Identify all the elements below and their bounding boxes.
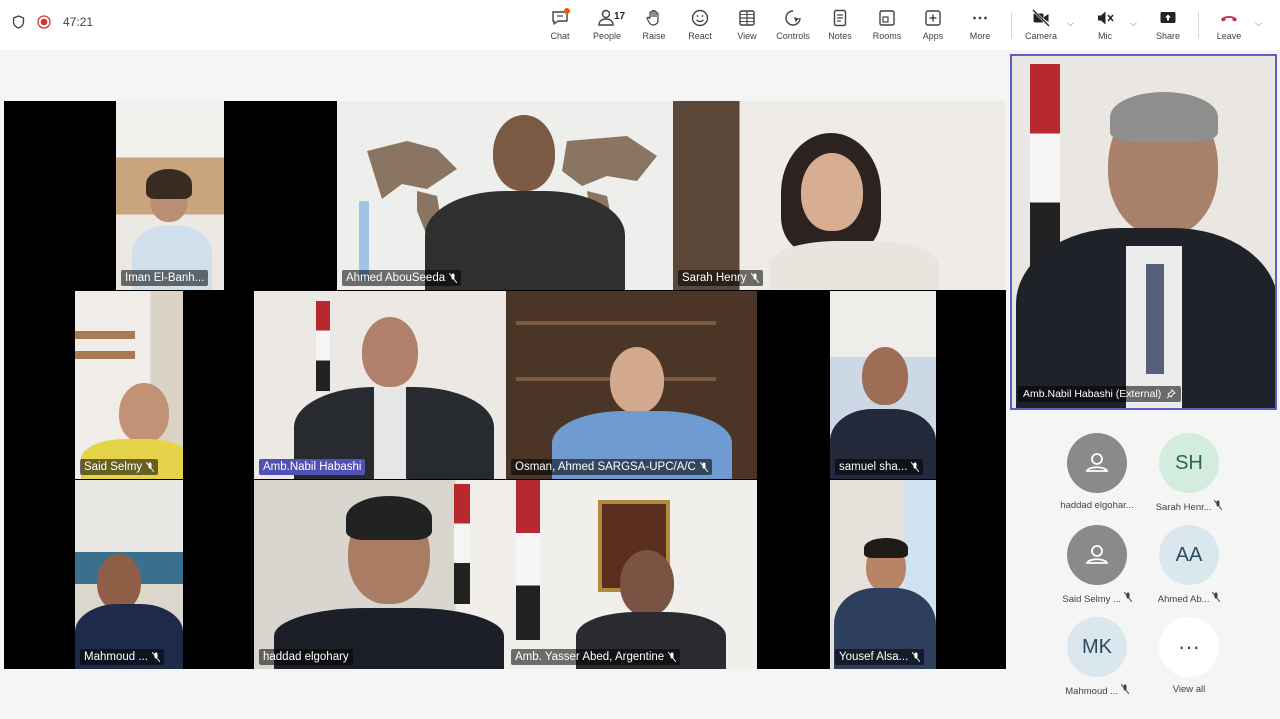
video-tile[interactable]: haddad elgohary [254,480,506,669]
camera-button[interactable]: Camera [1018,8,1064,46]
mic-muted-icon [1123,592,1132,602]
leave-options-chevron-icon[interactable]: ⌵ [1255,18,1262,29]
hang-up-icon [1221,16,1237,22]
video-tile[interactable]: Mahmoud ... [75,480,183,669]
flag-decor [516,480,540,640]
recording-icon [37,15,51,29]
add-app-icon [925,10,941,26]
grid-view-icon [739,10,755,26]
meeting-toolbar: 47:21 Chat 17 People Raise React View Co… [0,0,1280,50]
person-icon [1085,453,1109,472]
hand-icon [646,9,659,26]
roster-participant[interactable]: AA Ahmed Ab... [1139,525,1239,605]
meeting-timer: 47:21 [63,15,94,29]
video-tile[interactable]: samuel sha... [830,291,936,479]
share-screen-icon [1160,12,1176,23]
flag-decor [359,201,369,281]
video-gallery: Iman El-Banh... Ahmed AbouSeeda Sarah He… [4,101,1006,669]
participant-name: Amb.Nabil Habashi (External) [1018,386,1182,402]
people-count: 17 [614,11,626,22]
camera-options-chevron-icon[interactable]: ⌵ [1067,18,1074,29]
apps-button[interactable]: Apps [910,8,956,46]
mic-muted-icon [146,462,155,472]
camera-off-icon [1032,9,1050,27]
roster-participant[interactable]: haddad elgohar... [1047,433,1147,511]
share-button[interactable]: Share [1145,8,1191,46]
notes-button[interactable]: Notes [817,8,863,46]
controls-icon [785,10,801,26]
react-button[interactable]: React [677,8,723,46]
avatar-initials: SH [1159,433,1219,493]
video-tile[interactable]: Amb. Yasser Abed, Argentine [506,480,757,669]
pin-icon[interactable] [1166,389,1177,399]
participant-name: samuel sha... [835,459,924,475]
video-tile[interactable]: Iman El-Banh... [116,101,224,290]
mic-muted-icon [1214,500,1223,510]
video-tile[interactable]: Said Selmy [75,291,183,479]
toolbar-divider [1198,12,1199,38]
mic-muted-icon [668,652,677,662]
video-tile[interactable]: Osman, Ahmed SARGSA-UPC/A/C [506,291,757,479]
participant-name: haddad elgohary [259,649,353,665]
meeting-status: 47:21 [12,15,93,29]
spotlight-video[interactable]: Amb.Nabil Habashi (External) [1010,54,1277,410]
speaker-muted-icon [1098,11,1114,25]
leave-button[interactable]: Leave [1206,8,1252,46]
mic-button[interactable]: Mic [1082,8,1128,46]
mic-muted-icon [911,462,920,472]
person-icon [1085,545,1109,564]
participant-name: Yousef Alsa... [835,649,925,665]
notes-icon [833,9,847,27]
mic-muted-icon [1212,592,1221,602]
video-tile[interactable]: Amb.Nabil Habashi [254,291,506,479]
participant-name: Iman El-Banh... [121,270,209,286]
default-avatar [1067,433,1127,493]
participant-name: Amb.Nabil Habashi [259,459,366,475]
participant-name: Amb. Yasser Abed, Argentine [511,649,681,665]
more-button[interactable]: More [957,8,1003,46]
smiley-icon [691,9,709,27]
rooms-button[interactable]: Rooms [864,8,910,46]
default-avatar [1067,525,1127,585]
more-icon [973,16,987,20]
toolbar-divider [1011,12,1012,38]
mic-muted-icon [151,652,160,662]
flag-decor [316,301,330,391]
people-button[interactable]: 17 People [584,8,630,46]
mic-muted-icon [449,273,458,283]
participant-name: Mahmoud ... [80,649,164,665]
flag-decor [454,484,470,604]
participant-name: Said Selmy [80,459,159,475]
view-button[interactable]: View [724,8,770,46]
mic-options-chevron-icon[interactable]: ⌵ [1130,18,1137,29]
roster-participant[interactable]: MK Mahmoud ... [1047,617,1147,697]
mic-muted-icon [1120,684,1129,694]
mic-muted-icon [699,462,708,472]
participant-name: Osman, Ahmed SARGSA-UPC/A/C [511,459,712,475]
participant-name: Sarah Henry [678,270,763,286]
shield-icon [12,15,25,29]
more-icon: ··· [1159,617,1219,677]
rooms-icon [879,10,895,26]
view-all-button[interactable]: ··· View all [1139,617,1239,695]
video-tile[interactable]: Sarah Henry [673,101,1006,290]
avatar-initials: MK [1067,617,1127,677]
controls-button[interactable]: Controls [770,8,816,46]
raise-hand-button[interactable]: Raise [631,8,677,46]
roster-participant[interactable]: SH Sarah Henr... [1139,433,1239,513]
avatar-initials: AA [1159,525,1219,585]
flag-decor [1030,64,1060,274]
chat-notification-dot [564,8,570,14]
mic-muted-icon [750,273,759,283]
participant-name: Ahmed AbouSeeda [342,270,462,286]
mic-muted-icon [912,652,921,662]
video-tile[interactable]: Ahmed AbouSeeda [337,101,673,290]
chat-button[interactable]: Chat [537,8,583,46]
video-tile[interactable]: Yousef Alsa... [830,480,936,669]
roster-participant[interactable]: Said Selmy ... [1047,525,1147,605]
